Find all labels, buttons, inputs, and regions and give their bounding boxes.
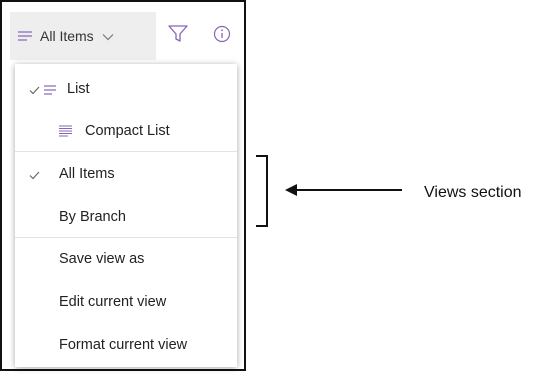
menu-item-save-view-as[interactable]: Save view as xyxy=(15,240,237,278)
checkmark-icon xyxy=(29,168,40,184)
menu-item-label: Compact List xyxy=(85,123,170,139)
view-options-menu: List Compact List All Items By Branch Sa… xyxy=(15,64,237,367)
menu-divider xyxy=(15,237,237,238)
menu-divider xyxy=(15,151,237,152)
info-button[interactable] xyxy=(200,12,244,60)
annotation-arrow-icon xyxy=(285,182,403,203)
menu-item-label: Format current view xyxy=(59,337,188,353)
menu-item-label: List xyxy=(67,81,90,97)
info-icon xyxy=(213,25,231,48)
menu-item-list[interactable]: List xyxy=(15,70,237,108)
menu-item-label: All Items xyxy=(59,166,115,182)
menu-item-compact-list[interactable]: Compact List xyxy=(15,112,237,150)
menu-item-all-items[interactable]: All Items xyxy=(15,155,237,193)
list-lines-icon xyxy=(44,83,56,99)
checkmark-icon xyxy=(29,83,40,99)
command-bar: All Items xyxy=(10,12,246,60)
annotation-label: Views section xyxy=(424,184,522,201)
chevron-down-icon xyxy=(102,28,114,44)
menu-item-by-branch[interactable]: By Branch xyxy=(15,198,237,236)
menu-item-label: By Branch xyxy=(59,209,126,225)
view-switcher-button[interactable]: All Items xyxy=(10,12,156,60)
menu-item-edit-current-view[interactable]: Edit current view xyxy=(15,283,237,321)
app-frame: All Items List Compact List All Items By… xyxy=(0,0,246,371)
compact-list-icon xyxy=(59,125,72,141)
view-switcher-label: All Items xyxy=(40,28,94,44)
list-lines-icon xyxy=(18,28,32,44)
menu-item-label: Edit current view xyxy=(59,294,167,310)
menu-item-label: Save view as xyxy=(59,251,145,267)
filter-icon xyxy=(168,24,188,48)
views-section-bracket xyxy=(256,155,268,227)
menu-item-format-current-view[interactable]: Format current view xyxy=(15,326,237,364)
filter-button[interactable] xyxy=(156,12,200,60)
